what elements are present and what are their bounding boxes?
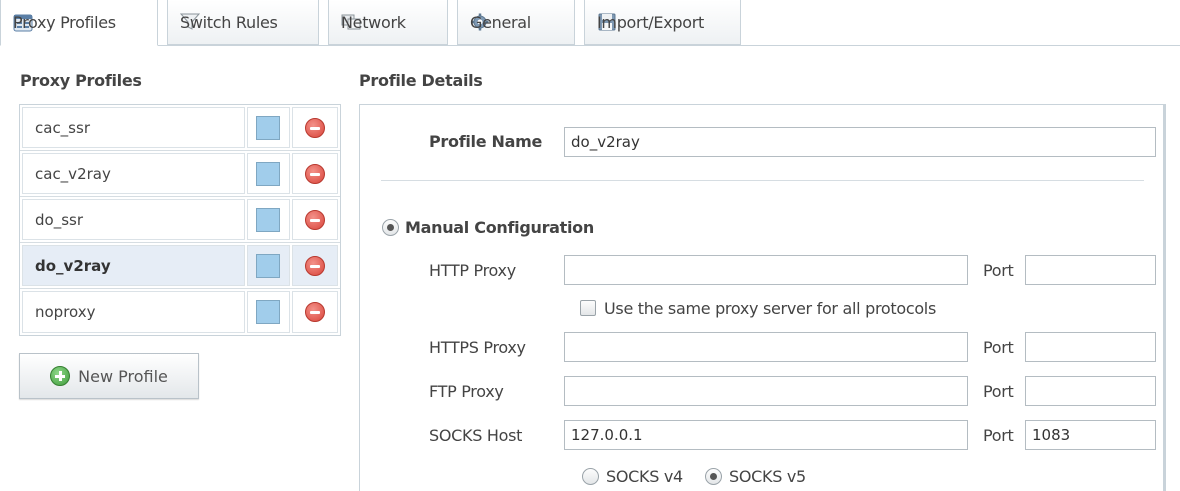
new-profile-label: New Profile — [78, 366, 168, 386]
profile-name[interactable]: do_ssr — [22, 199, 245, 240]
plus-circle-icon — [50, 366, 71, 386]
profile-row-do-ssr[interactable]: do_ssr — [20, 197, 340, 243]
profile-name[interactable]: noproxy — [22, 291, 245, 333]
https-port-field[interactable] — [1025, 332, 1156, 362]
http-port-label: Port — [983, 261, 1014, 280]
delete-profile-button[interactable] — [292, 199, 338, 240]
divider — [381, 180, 1144, 181]
color-swatch — [256, 115, 281, 140]
tab-network[interactable]: Network — [328, 0, 448, 45]
https-port-label: Port — [983, 338, 1014, 357]
profile-color-picker[interactable] — [246, 199, 291, 240]
same-proxy-checkbox[interactable] — [580, 300, 596, 316]
tab-switch-rules[interactable]: Switch Rules — [167, 0, 319, 45]
minus-circle-icon — [305, 255, 326, 276]
socks-host-label: SOCKS Host — [429, 426, 523, 445]
profile-name[interactable]: cac_v2ray — [22, 153, 245, 194]
profile-name-label: Profile Name — [429, 132, 543, 151]
tab-proxy-profiles[interactable]: Proxy Profiles — [0, 0, 158, 46]
profile-color-picker[interactable] — [246, 107, 291, 148]
minus-circle-icon — [305, 117, 326, 138]
details-heading: Profile Details — [359, 71, 483, 90]
color-swatch — [256, 161, 281, 186]
same-proxy-label: Use the same proxy server for all protoc… — [604, 299, 936, 318]
tab-label: Network — [341, 12, 406, 32]
profile-row-cac-v2ray[interactable]: cac_v2ray — [20, 151, 340, 197]
profile-row-do-v2ray[interactable]: do_v2ray — [20, 243, 340, 289]
manual-config-radio[interactable] — [382, 219, 399, 236]
tab-bar: Proxy Profiles Switch Rules Network Gene… — [0, 0, 1180, 46]
tab-general[interactable]: General — [457, 0, 575, 45]
profile-row-cac-ssr[interactable]: cac_ssr — [20, 105, 340, 151]
socks-port-label: Port — [983, 426, 1014, 445]
new-profile-button[interactable]: New Profile — [19, 353, 199, 399]
ftp-port-label: Port — [983, 382, 1014, 401]
tab-label: Proxy Profiles — [13, 13, 116, 32]
color-swatch — [256, 207, 281, 232]
color-swatch — [256, 300, 281, 324]
minus-circle-icon — [305, 209, 326, 230]
profile-row-noproxy[interactable]: noproxy — [20, 289, 340, 335]
profiles-heading: Proxy Profiles — [20, 71, 142, 90]
profile-name[interactable]: do_v2ray — [22, 245, 245, 286]
socks-v4-radio[interactable] — [582, 468, 599, 485]
profile-color-picker[interactable] — [246, 153, 291, 194]
profile-name[interactable]: cac_ssr — [22, 107, 245, 148]
https-proxy-field[interactable] — [564, 332, 968, 362]
ftp-port-field[interactable] — [1025, 376, 1156, 406]
delete-profile-button[interactable] — [292, 153, 338, 194]
tab-import-export[interactable]: Import/Export — [584, 0, 741, 45]
profile-color-picker[interactable] — [246, 291, 291, 333]
minus-circle-icon — [305, 163, 326, 184]
profile-color-picker[interactable] — [246, 245, 291, 286]
delete-profile-button[interactable] — [292, 107, 338, 148]
socks-v4-label: SOCKS v4 — [606, 467, 683, 486]
ftp-proxy-field[interactable] — [564, 376, 968, 406]
https-proxy-label: HTTPS Proxy — [429, 338, 526, 357]
color-swatch — [256, 253, 281, 278]
socks-v5-label: SOCKS v5 — [729, 467, 806, 486]
http-proxy-label: HTTP Proxy — [429, 261, 516, 280]
ftp-proxy-label: FTP Proxy — [429, 382, 504, 401]
delete-profile-button[interactable] — [292, 291, 338, 333]
socks-port-field[interactable]: 1083 — [1025, 420, 1156, 450]
http-proxy-field[interactable] — [564, 255, 968, 285]
tab-label: General — [470, 12, 531, 32]
tab-label: Import/Export — [597, 12, 704, 32]
delete-profile-button[interactable] — [292, 245, 338, 286]
minus-circle-icon — [305, 302, 326, 322]
profile-list: cac_ssr cac_v2ray do_ssr do_v2ray noprox… — [19, 104, 341, 336]
socks-v5-radio[interactable] — [705, 468, 722, 485]
http-port-field[interactable] — [1025, 255, 1156, 285]
manual-config-label: Manual Configuration — [405, 218, 594, 237]
tab-label: Switch Rules — [180, 12, 278, 32]
socks-host-field[interactable]: 127.0.0.1 — [564, 420, 968, 450]
profile-name-field[interactable]: do_v2ray — [564, 127, 1156, 157]
